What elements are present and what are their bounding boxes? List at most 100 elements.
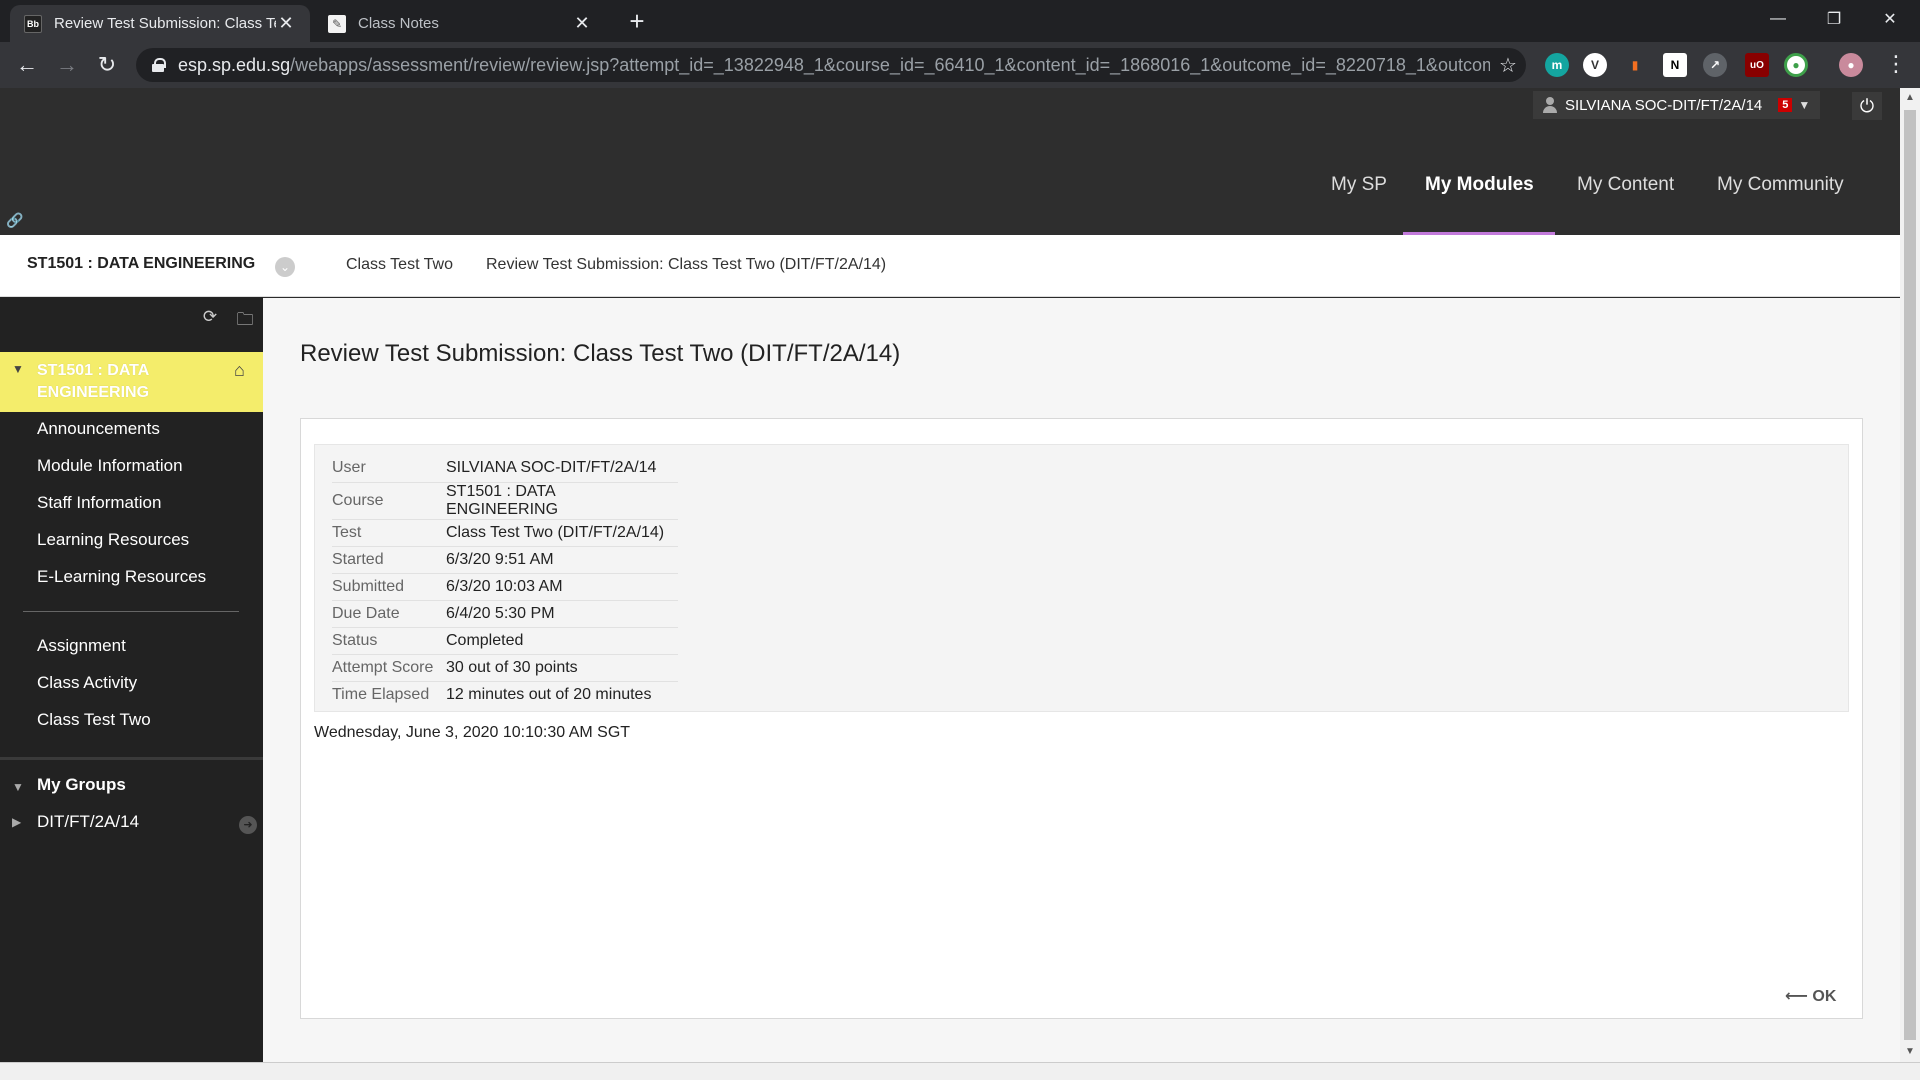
window-close-icon[interactable]: ✕ (1862, 0, 1918, 38)
tab-close-icon[interactable]: ✕ (572, 13, 592, 34)
scrollbar-thumb[interactable] (1904, 110, 1916, 1040)
reload-icon[interactable]: ↻ (92, 50, 122, 80)
table-row: Attempt Score 30 out of 30 points (332, 654, 678, 682)
expand-triangle-icon[interactable]: ▶ (12, 815, 21, 829)
submission-panel: User SILVIANA SOC-DIT/FT/2A/14 Course ST150… (300, 418, 1863, 1019)
breadcrumb-class-test-two[interactable]: Class Test Two (346, 256, 453, 274)
breadcrumb-course[interactable]: ST1501 : DATA ENGINEERING (27, 255, 255, 273)
page-title: Review Test Submission: Class Test Two (… (300, 340, 901, 367)
url-text: esp.sp.edu.sg/webapps/assessment/review/… (178, 54, 1490, 75)
logout-power-icon[interactable]: ⏻ (1852, 92, 1882, 120)
browser-tab-strip: Bb Review Test Submission: Class Test Tw… (0, 0, 1920, 42)
detail-label: Attempt Score (332, 654, 446, 682)
extension-m-icon[interactable]: m (1545, 53, 1569, 77)
address-bar[interactable]: esp.sp.edu.sg/webapps/assessment/review/… (136, 48, 1526, 82)
course-menu-title: ST1501 : DATA ENGINEERING (37, 362, 150, 401)
my-groups-heading[interactable]: My Groups (37, 775, 126, 795)
scroll-up-icon[interactable]: ▲ (1900, 92, 1920, 103)
sidebar-item-module-information[interactable]: Module Information (37, 456, 183, 476)
course-menu: ⟳ 🗀 ▼ ST1501 : DATA ENGINEERING ⌂ Announ… (0, 297, 263, 1062)
sidebar-item-announcements[interactable]: Announcements (37, 419, 160, 439)
sidebar-item-staff-information[interactable]: Staff Information (37, 493, 161, 513)
grammarly-icon[interactable]: ● (1784, 53, 1808, 77)
table-row: Status Completed (332, 627, 678, 655)
minimize-icon[interactable]: — (1750, 0, 1806, 38)
user-name: SILVIANA SOC-DIT/FT/2A/14 (1565, 96, 1763, 114)
extension-compass-icon[interactable]: ↗ (1703, 53, 1727, 77)
nav-my-content[interactable]: My Content (1577, 163, 1674, 207)
arrow-circle-icon[interactable]: ➜ (239, 816, 257, 834)
extension-v-icon[interactable]: V (1583, 53, 1607, 77)
tab-class-notes[interactable]: ✎ Class Notes ✕ (314, 5, 606, 42)
table-row: Started 6/3/20 9:51 AM (332, 546, 678, 574)
kebab-menu-icon[interactable]: ⋮ (1884, 51, 1908, 77)
link-icon[interactable]: 🔗 (6, 212, 23, 229)
home-icon[interactable]: ⌂ (234, 360, 245, 381)
collapse-triangle-icon[interactable]: ▼ (12, 780, 24, 794)
detail-value: 12 minutes out of 20 minutes (446, 685, 652, 703)
sidebar-item-class-test-two[interactable]: Class Test Two (37, 710, 151, 730)
divider (0, 757, 263, 760)
detail-value: 6/3/20 10:03 AM (446, 573, 678, 601)
notes-favicon-icon: ✎ (328, 14, 346, 33)
detail-label: Course (332, 482, 446, 520)
nav-my-sp[interactable]: My SP (1331, 163, 1387, 207)
detail-label: Started (332, 546, 446, 574)
folder-view-icon[interactable]: 🗀 (233, 307, 257, 331)
bottom-edge (0, 1062, 1920, 1080)
ublock-icon[interactable]: uO (1745, 53, 1769, 77)
breadcrumb: ST1501 : DATA ENGINEERING ⌄ Class Test T… (0, 235, 1900, 297)
caret-down-icon: ▼ (1798, 98, 1811, 112)
extension-bookmark-icon[interactable]: ▮ (1623, 53, 1647, 77)
browser-toolbar: ← → ↻ esp.sp.edu.sg/webapps/assessment/r… (0, 42, 1920, 88)
page-scrollbar[interactable]: ▲ ▼ (1900, 88, 1920, 1062)
main-content: Review Test Submission: Class Test Two (… (263, 298, 1900, 1062)
detail-label: User (332, 455, 446, 483)
submission-details: User SILVIANA SOC-DIT/FT/2A/14 Course ST150… (314, 444, 1849, 712)
notion-icon[interactable]: N (1663, 53, 1687, 77)
detail-label: Submitted (332, 573, 446, 601)
chevron-down-icon[interactable]: ⌄ (275, 257, 295, 277)
breadcrumb-current: Review Test Submission: Class Test Two (… (486, 256, 887, 273)
detail-value: SILVIANA SOC-DIT/FT/2A/14 (446, 455, 678, 483)
refresh-icon[interactable]: ⟳ (198, 307, 222, 331)
divider (23, 611, 239, 612)
sidebar-item-learning-resources[interactable]: Learning Resources (37, 530, 189, 550)
detail-value: Completed (446, 627, 678, 655)
details-table: User SILVIANA SOC-DIT/FT/2A/14 Course ST150… (332, 455, 678, 708)
nav-my-community[interactable]: My Community (1717, 163, 1844, 207)
collapse-triangle-icon[interactable]: ▼ (12, 362, 24, 376)
sidebar-item-assignment[interactable]: Assignment (37, 636, 126, 656)
sidebar-item-e-learning-resources[interactable]: E-Learning Resources (37, 567, 206, 587)
table-row: Time Elapsed 12 minutes out of 20 minutes (332, 681, 678, 708)
restore-icon[interactable]: ❐ (1806, 0, 1862, 38)
table-row: User SILVIANA SOC-DIT/FT/2A/14 (332, 455, 678, 483)
detail-label: Status (332, 627, 446, 655)
tab-title: Class Notes (358, 15, 439, 32)
avatar[interactable]: ● (1839, 53, 1863, 77)
group-item[interactable]: DIT/FT/2A/14 (37, 812, 139, 832)
detail-value: 30 out of 30 points (446, 654, 678, 682)
back-arrow-icon: ⟵ (1785, 988, 1813, 1005)
nav-my-modules[interactable]: My Modules (1425, 163, 1534, 207)
tab-review-test[interactable]: Bb Review Test Submission: Class Test Tw… (10, 5, 310, 42)
table-row: Course ST1501 : DATA ENGINEERING (332, 482, 678, 520)
new-tab-icon[interactable]: + (622, 6, 652, 36)
forward-arrow-icon[interactable]: → (52, 50, 82, 80)
tab-title: Review Test Submission: Class Test Two (… (54, 15, 276, 32)
back-arrow-icon[interactable]: ← (12, 50, 42, 80)
submission-timestamp: Wednesday, June 3, 2020 10:10:30 AM SGT (314, 724, 631, 741)
user-icon (1543, 97, 1557, 113)
bookmark-star-icon[interactable]: ☆ (1490, 53, 1526, 78)
user-menu[interactable]: SILVIANA SOC-DIT/FT/2A/14 5 ▼ (1533, 91, 1821, 119)
tab-close-icon[interactable]: ✕ (276, 13, 296, 34)
detail-label: Test (332, 519, 446, 547)
detail-value: Class Test Two (DIT/FT/2A/14) (446, 519, 678, 547)
course-menu-header[interactable]: ▼ ST1501 : DATA ENGINEERING ⌂ (0, 352, 263, 412)
site-header: SILVIANA SOC-DIT/FT/2A/14 5 ▼ ⏻ My SP My… (0, 88, 1900, 235)
ok-button[interactable]: ⟵ OK (1785, 986, 1836, 1006)
detail-value: 6/4/20 5:30 PM (446, 600, 678, 628)
detail-value: ST1501 : DATA ENGINEERING (446, 482, 678, 520)
scroll-down-icon[interactable]: ▼ (1900, 1046, 1920, 1057)
sidebar-item-class-activity[interactable]: Class Activity (37, 673, 137, 693)
